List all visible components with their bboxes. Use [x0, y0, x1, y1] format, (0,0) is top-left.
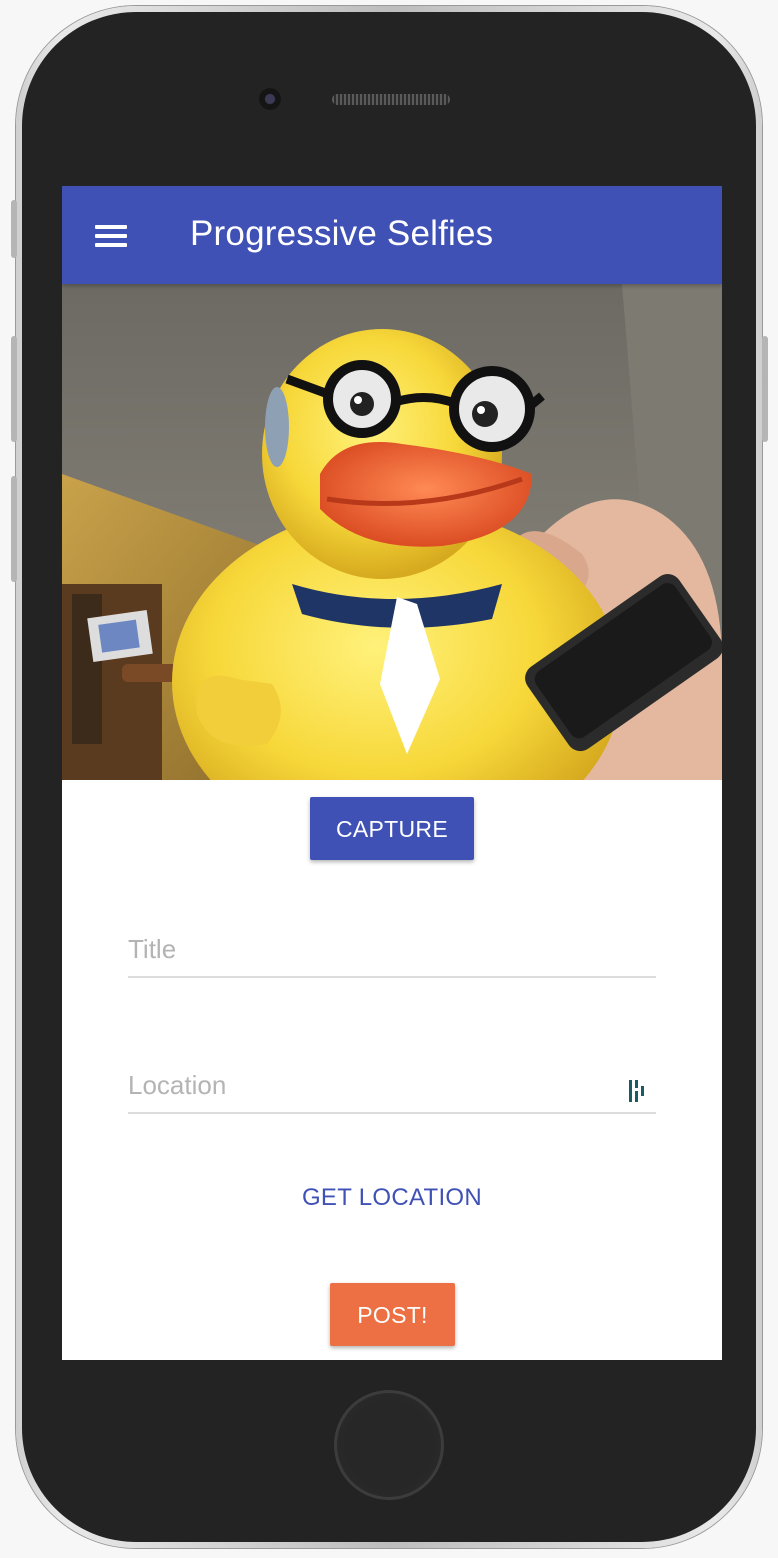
volume-down-button	[11, 476, 17, 582]
post-button[interactable]: POST!	[330, 1283, 455, 1346]
app-title: Progressive Selfies	[190, 214, 494, 253]
mute-switch	[11, 200, 17, 258]
power-button	[762, 336, 768, 442]
app-bar: Progressive Selfies	[62, 186, 722, 284]
hamburger-menu-icon[interactable]	[95, 225, 129, 247]
front-camera	[259, 88, 281, 110]
volume-up-button	[11, 336, 17, 442]
camera-preview-image	[62, 284, 722, 780]
password-manager-icon[interactable]	[628, 1078, 646, 1104]
earpiece-speaker	[332, 94, 450, 105]
app-screen: Progressive Selfies CAPTURE Title Locati…	[62, 186, 722, 1360]
home-button[interactable]	[334, 1390, 444, 1500]
location-input[interactable]: Location	[128, 1062, 656, 1114]
title-input[interactable]: Title	[128, 926, 656, 978]
location-placeholder: Location	[128, 1070, 227, 1100]
capture-button[interactable]: CAPTURE	[310, 797, 474, 860]
get-location-button[interactable]: GET LOCATION	[262, 1176, 522, 1220]
title-placeholder: Title	[128, 934, 177, 964]
